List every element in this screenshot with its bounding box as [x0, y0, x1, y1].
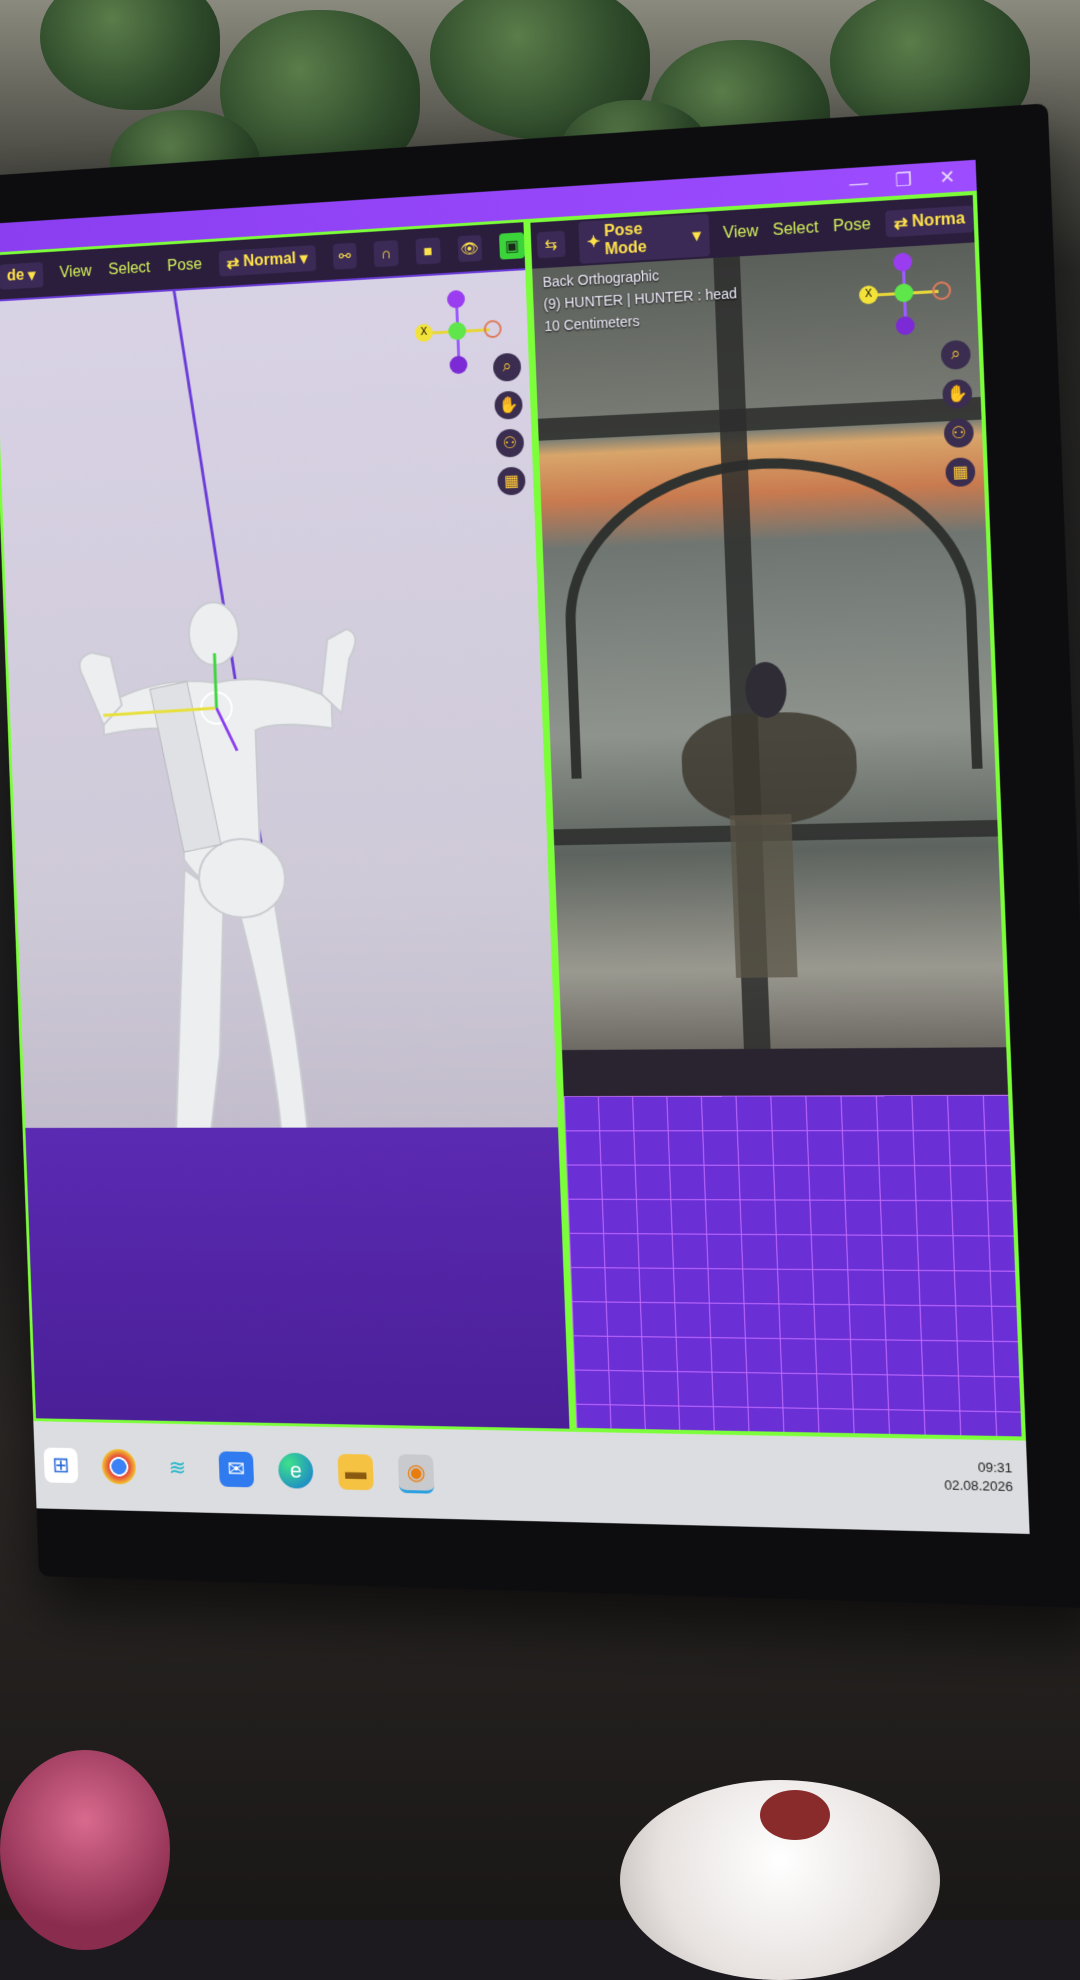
zoom-icon[interactable]: ⌕ — [940, 340, 971, 370]
pose-mode-dropdown[interactable]: ✦ Pose Mode ▾ — [578, 214, 710, 264]
minimize-button[interactable]: — — [849, 171, 869, 194]
menu-select[interactable]: Select — [108, 259, 150, 279]
z-axis-handle[interactable] — [447, 290, 465, 309]
doll-figurine — [0, 1750, 170, 1950]
camera-orbit-icon[interactable]: ⚇ — [944, 418, 975, 448]
screen: — ❐ ✕ de ▾ View Select Pose ⇄ Normal ▾ ⚯… — [0, 160, 1030, 1534]
grid-toggle-icon[interactable]: ▦ — [497, 466, 526, 495]
floor-plane — [25, 1127, 569, 1428]
file-explorer-icon[interactable]: ▬ — [338, 1454, 374, 1490]
clock-time: 09:31 — [943, 1458, 1012, 1478]
snap-icon[interactable]: ∩ — [374, 240, 399, 267]
hand-pan-icon[interactable]: ✋ — [942, 379, 973, 409]
menu-select[interactable]: Select — [772, 219, 819, 240]
monitor: — ❐ ✕ de ▾ View Select Pose ⇄ Normal ▾ ⚯… — [0, 103, 1080, 1609]
zoom-icon[interactable]: ⌕ — [493, 353, 522, 382]
lucky-cat-ear — [760, 1790, 830, 1840]
reference-image — [532, 242, 1006, 1050]
menu-pose[interactable]: Pose — [167, 256, 202, 276]
taskbar: ⊞ ≋ ✉ e ▬ ◉ 09:31 02.08.2026 — [33, 1421, 1029, 1534]
windows-start-icon[interactable]: ⊞ — [44, 1448, 79, 1484]
menu-pose[interactable]: Pose — [833, 216, 872, 237]
object-type-icon[interactable]: ■ — [415, 237, 440, 264]
transform-orientation-dropdown[interactable]: ⇄ Norma — [885, 205, 974, 237]
close-button[interactable]: ✕ — [939, 166, 956, 189]
camera-orbit-icon[interactable]: ⚇ — [496, 428, 525, 457]
edge-icon[interactable]: e — [278, 1453, 314, 1489]
clock-date: 02.08.2026 — [944, 1476, 1013, 1496]
menu-view[interactable]: View — [723, 223, 759, 243]
pose-mode-icon: ✦ — [587, 232, 601, 253]
viewport-3d-left[interactable]: de ▾ View Select Pose ⇄ Normal ▾ ⚯ ∩ ■ 👁… — [0, 219, 573, 1432]
transform-orientation-dropdown[interactable]: ⇄ Normal ▾ — [219, 245, 316, 276]
x-axis-handle[interactable]: X — [415, 323, 433, 342]
system-tray-clock[interactable]: 09:31 02.08.2026 — [943, 1458, 1013, 1497]
neg-x-axis-handle[interactable] — [483, 320, 501, 339]
viewport-3d-right[interactable]: ⇆ ✦ Pose Mode ▾ View Select Pose ⇄ Norma — [526, 191, 1026, 1441]
overlay-toggle-icon[interactable]: ▣ — [499, 232, 524, 259]
right-nav-icons: ⌕ ✋ ⚇ ▦ — [940, 340, 975, 488]
editor-type-icon[interactable]: ⇆ — [537, 231, 566, 259]
navigation-gizmo[interactable]: X — [857, 248, 955, 346]
x-axis-handle[interactable]: X — [859, 285, 878, 304]
navigation-gizmo[interactable]: X — [413, 284, 505, 378]
blender-icon[interactable]: ◉ — [398, 1454, 435, 1494]
menu-view[interactable]: View — [59, 263, 92, 282]
left-nav-icons: ⌕ ✋ ⚇ ▦ — [493, 353, 526, 496]
hand-pan-icon[interactable]: ✋ — [494, 391, 523, 420]
z-axis-handle[interactable] — [893, 252, 913, 272]
neg-z-axis-handle[interactable] — [449, 355, 467, 374]
pivot-icon[interactable]: ⚯ — [332, 243, 357, 270]
neg-z-axis-handle[interactable] — [895, 316, 915, 335]
orientation-icon: ⇄ — [893, 213, 908, 234]
y-axis-handle[interactable] — [894, 283, 914, 303]
viewport-grid-floor — [564, 1095, 1022, 1437]
editor-mode-dropdown[interactable]: de ▾ — [0, 262, 43, 290]
visibility-icon[interactable]: 👁 — [457, 235, 482, 262]
orientation-icon: ⇄ — [226, 253, 240, 273]
y-axis-handle[interactable] — [448, 322, 466, 341]
grid-toggle-icon[interactable]: ▦ — [945, 457, 976, 487]
wave-app-icon[interactable]: ≋ — [160, 1450, 195, 1486]
maximize-button[interactable]: ❐ — [895, 169, 913, 192]
mail-app-icon[interactable]: ✉ — [219, 1451, 255, 1487]
neg-x-axis-handle[interactable] — [932, 281, 952, 301]
chrome-icon[interactable] — [101, 1449, 136, 1485]
